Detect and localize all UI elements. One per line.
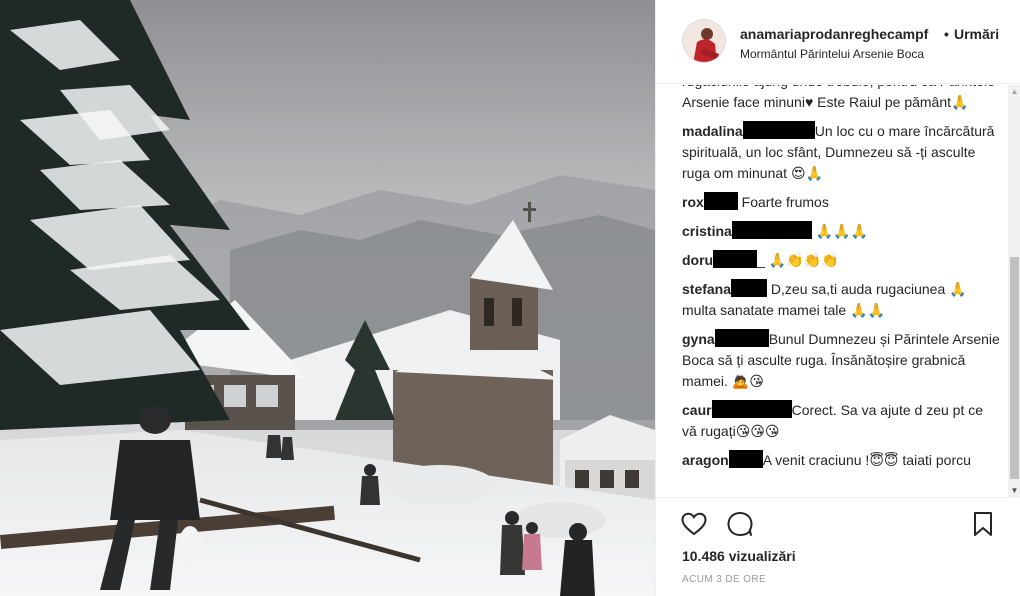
kiss-emoji: 😘😘😘 <box>735 423 780 439</box>
bowing-kiss-emoji: 🙇😘 <box>731 373 764 389</box>
comment-username[interactable]: madalina <box>682 123 743 139</box>
views-count[interactable]: 10.486 vizualizări <box>682 548 796 564</box>
comment-username[interactable]: aragon <box>682 452 729 468</box>
post-actions: 10.486 vizualizări Acum 3 de ore <box>656 497 1020 596</box>
avatar-image <box>683 20 725 62</box>
heart-eyes-praying-emoji: 😍🙏 <box>790 165 823 181</box>
save-button[interactable] <box>969 510 997 538</box>
praying-hands-emoji: 🙏 <box>951 94 969 110</box>
comment-username[interactable]: caur <box>682 402 712 418</box>
redacted-username-block <box>731 279 768 297</box>
comment-button[interactable] <box>726 510 754 538</box>
comment-text: _ <box>757 252 769 268</box>
comment-item: caur Corect. Sa va ajute d zeu pt ce vă r… <box>682 400 1000 442</box>
comment-item: rox Foarte frumos <box>682 192 1000 213</box>
comment-text-continued: multa sanatate mamei tale <box>682 302 851 318</box>
speech-bubble-icon <box>727 512 753 536</box>
comment-username[interactable]: stefana <box>682 281 731 297</box>
comment-text: A venit craciunu ! <box>762 452 870 468</box>
bookmark-icon <box>974 512 992 536</box>
redacted-username-block <box>742 121 815 139</box>
comment-item: rugăciunile ajung unde trebuie, pentru c… <box>682 85 1000 113</box>
comment-username[interactable]: doru <box>682 252 713 268</box>
scroll-thumb[interactable] <box>1010 257 1019 479</box>
post-username[interactable]: anamariaprodanreghecampf <box>740 26 928 42</box>
post-timestamp[interactable]: Acum 3 de ore <box>682 574 766 585</box>
redacted-username-block <box>728 450 763 468</box>
heart-outline-icon <box>681 512 707 536</box>
like-button[interactable] <box>680 510 708 538</box>
comment-item: doru _ 🙏👏👏👏 <box>682 250 1000 271</box>
redacted-username-block <box>713 250 758 268</box>
redacted-username-block <box>731 221 812 239</box>
comments-scrollbar[interactable]: ▲ ▼ <box>1008 85 1020 497</box>
comment-item: gyna Bunul Dumnezeu și Părintele Arsenie … <box>682 329 1000 392</box>
praying-hands-emoji: 🙏 <box>949 281 967 297</box>
comment-item: cristina 🙏🙏🙏 <box>682 221 1000 242</box>
post-photo[interactable] <box>0 0 655 596</box>
separator-dot: • <box>944 26 949 42</box>
smiling-sweat-emoji: 😇😇 <box>869 452 899 468</box>
post-location[interactable]: Mormântul Părintelui Arsenie Boca <box>740 47 924 61</box>
praying-clapping-emoji: 🙏👏👏👏 <box>768 252 839 268</box>
comment-text-continued: Este Raiul pe pământ <box>813 94 952 110</box>
comment-username[interactable]: cristina <box>682 223 732 239</box>
comments-list: rugăciunile ajung unde trebuie, pentru c… <box>656 85 1008 497</box>
snowy-monastery-image <box>0 0 655 596</box>
avatar[interactable] <box>682 19 726 63</box>
redacted-username-block <box>703 192 738 210</box>
comment-text: D,zeu sa,ti auda rugaciunea <box>767 281 950 297</box>
redacted-username-block <box>714 329 769 347</box>
post-header: anamariaprodanreghecampf • Urmări Mormân… <box>656 0 1020 84</box>
comment-item: stefana D,zeu sa,ti auda rugaciunea 🙏 mu… <box>682 279 1000 321</box>
comment-text-continued: taiati porcu <box>898 452 971 468</box>
scroll-up-arrow-icon[interactable]: ▲ <box>1008 85 1020 98</box>
scroll-down-arrow-icon[interactable]: ▼ <box>1008 484 1020 497</box>
comment-text: Foarte frumos <box>737 194 829 210</box>
praying-hands-emoji: 🙏🙏 <box>850 302 885 318</box>
comment-username[interactable]: gyna <box>682 331 715 347</box>
praying-hands-emoji: 🙏🙏🙏 <box>815 223 868 239</box>
comment-username[interactable]: rox <box>682 194 704 210</box>
comment-item: madalina Un loc cu o mare încărcătură spi… <box>682 121 1000 184</box>
follow-button[interactable]: Urmări <box>954 26 999 42</box>
comment-item: aragon A venit craciunu !😇😇 taiati porcu <box>682 450 1000 471</box>
redacted-username-block <box>711 400 792 418</box>
post-details-panel: anamariaprodanreghecampf • Urmări Mormân… <box>655 0 1020 596</box>
